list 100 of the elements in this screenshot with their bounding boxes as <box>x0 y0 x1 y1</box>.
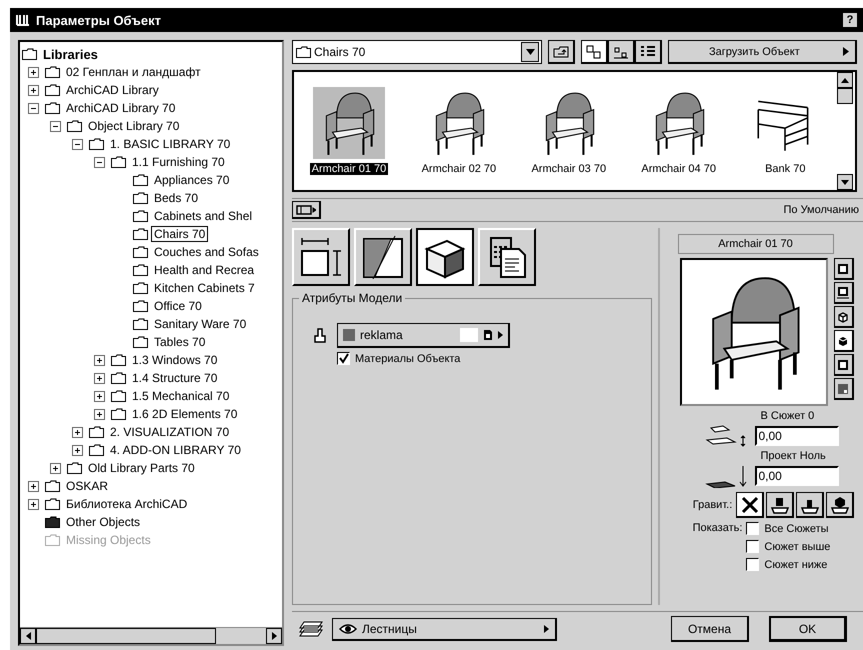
tree-item[interactable]: 1.3 Windows 70 <box>129 352 220 368</box>
tree-item[interactable]: Sanitary Ware 70 <box>151 316 250 332</box>
object-thumbnail[interactable]: Bank 70 <box>749 87 822 175</box>
expand-toggle[interactable] <box>72 444 83 456</box>
settings-menu-button[interactable] <box>292 201 321 219</box>
panel-tab[interactable] <box>416 228 474 286</box>
view-mode-button[interactable] <box>581 40 608 64</box>
tree-item[interactable]: Kitchen Cabinets 7 <box>151 280 258 296</box>
expand-toggle[interactable] <box>50 462 61 474</box>
tree-item[interactable]: 02 Генплан и ландшафт <box>63 64 204 80</box>
checkbox[interactable] <box>337 352 350 365</box>
horizontal-scrollbar[interactable] <box>20 627 282 644</box>
folder-icon <box>45 66 60 78</box>
material-dropdown[interactable]: reklama <box>337 323 510 348</box>
triangle-icon <box>498 331 503 339</box>
tree-item[interactable]: 1.1 Furnishing 70 <box>129 154 228 170</box>
vertical-scrollbar[interactable] <box>837 72 855 190</box>
expand-toggle[interactable] <box>28 480 39 492</box>
tree-item[interactable]: 2. VISUALIZATION 70 <box>107 424 232 440</box>
tree-item[interactable]: Beds 70 <box>151 190 202 206</box>
tree-item[interactable]: ArchiCAD Library <box>63 82 162 98</box>
expand-toggle[interactable] <box>94 390 105 402</box>
expand-toggle[interactable] <box>28 498 39 510</box>
tree-item[interactable]: 1.5 Mechanical 70 <box>129 388 232 404</box>
tree-item[interactable]: 4. ADD-ON LIBRARY 70 <box>107 442 244 458</box>
preview-mode-button[interactable] <box>834 378 854 400</box>
preview-mode-button[interactable] <box>834 258 854 280</box>
object-thumbnail[interactable]: Armchair 02 70 <box>420 87 498 175</box>
tree-item[interactable]: Chairs 70 <box>151 226 208 242</box>
preview-mode-button[interactable] <box>834 306 854 328</box>
gravity-button[interactable] <box>766 492 794 518</box>
collapse-toggle[interactable] <box>94 156 105 168</box>
gravity-button[interactable] <box>826 492 854 518</box>
tree-item[interactable]: Health and Recrea <box>151 262 258 278</box>
view-mode-button[interactable] <box>608 40 635 64</box>
expand-toggle[interactable] <box>28 66 39 78</box>
input-field[interactable]: 0,00 <box>754 426 838 446</box>
tree-item[interactable]: ArchiCAD Library 70 <box>63 100 178 116</box>
view-mode-button[interactable] <box>635 40 662 64</box>
folder-icon <box>111 156 126 168</box>
right-arrow-icon <box>272 632 276 640</box>
tree-item[interactable]: Old Library Parts 70 <box>85 460 198 476</box>
cancel-button[interactable]: Отмена <box>671 616 749 642</box>
ok-button[interactable]: OK <box>769 616 847 642</box>
folder-icon <box>111 408 126 420</box>
preview-mode-button[interactable] <box>834 282 854 304</box>
load-object-button[interactable]: Загрузить Объект <box>668 40 857 64</box>
tree-item[interactable]: Tables 70 <box>151 334 208 350</box>
tree-item[interactable]: Libraries <box>40 46 101 62</box>
object-thumbnail[interactable]: Armchair 04 70 <box>639 87 718 175</box>
scrollbar-thumb[interactable] <box>837 88 853 104</box>
eye-icon <box>339 622 357 634</box>
folder-icon <box>45 534 60 546</box>
expand-toggle[interactable] <box>72 426 83 438</box>
folder-up-button[interactable] <box>548 40 575 64</box>
expand-toggle[interactable] <box>94 372 105 384</box>
collapse-toggle[interactable] <box>72 138 83 150</box>
tree-item[interactable]: 1. BASIC LIBRARY 70 <box>107 136 234 152</box>
gravity-button[interactable] <box>796 492 824 518</box>
preset-label: По Умолчанию <box>783 204 859 216</box>
folder-dropdown[interactable]: Chairs 70 <box>292 40 542 64</box>
tree-item[interactable]: 1.6 2D Elements 70 <box>129 406 240 422</box>
folder-icon <box>89 426 104 438</box>
tree-item[interactable]: Appliances 70 <box>151 172 232 188</box>
tree-item[interactable]: Couches and Sofas <box>151 244 262 260</box>
collapse-toggle[interactable] <box>28 102 39 114</box>
folder-icon <box>111 354 126 366</box>
checkbox[interactable] <box>746 522 760 535</box>
layer-dropdown[interactable]: Лестницы <box>332 618 557 640</box>
list-view-icon <box>640 44 656 58</box>
story-elevation-icon <box>704 424 748 448</box>
tree-item[interactable]: Библиотека ArchiCAD <box>63 496 190 512</box>
project-zero-icon <box>704 464 748 488</box>
tree-item[interactable]: Cabinets and Shel <box>151 208 256 224</box>
collapse-toggle[interactable] <box>50 120 61 132</box>
scrollbar-thumb[interactable] <box>36 628 216 644</box>
folder-icon <box>133 300 148 312</box>
input-field[interactable]: 0,00 <box>754 466 838 486</box>
tree-item[interactable]: OSKAR <box>63 478 112 494</box>
tree-item[interactable]: Object Library 70 <box>85 118 182 134</box>
checkbox-label: Сюжет ниже <box>764 558 828 570</box>
gravity-button[interactable] <box>736 492 764 518</box>
checkbox[interactable] <box>746 558 760 571</box>
expand-toggle[interactable] <box>28 84 39 96</box>
help-button[interactable]: ? <box>843 13 857 27</box>
preview-mode-button[interactable] <box>834 354 854 376</box>
checkbox-label: Сюжет выше <box>764 540 830 552</box>
folder-icon <box>22 48 37 60</box>
expand-toggle[interactable] <box>94 408 105 420</box>
preview-mode-button[interactable] <box>834 330 854 352</box>
folder-icon <box>133 264 148 276</box>
tree-item[interactable]: Other Objects <box>63 514 144 530</box>
tree-item[interactable]: Office 70 <box>151 298 205 314</box>
tree-item[interactable]: 1.4 Structure 70 <box>129 370 220 386</box>
expand-toggle[interactable] <box>94 354 105 366</box>
folder-icon <box>111 390 126 402</box>
square-icon <box>837 262 849 274</box>
large-icons-icon <box>586 44 602 58</box>
object-thumbnail[interactable]: Armchair 03 70 <box>529 87 608 175</box>
checkbox[interactable] <box>746 540 760 553</box>
